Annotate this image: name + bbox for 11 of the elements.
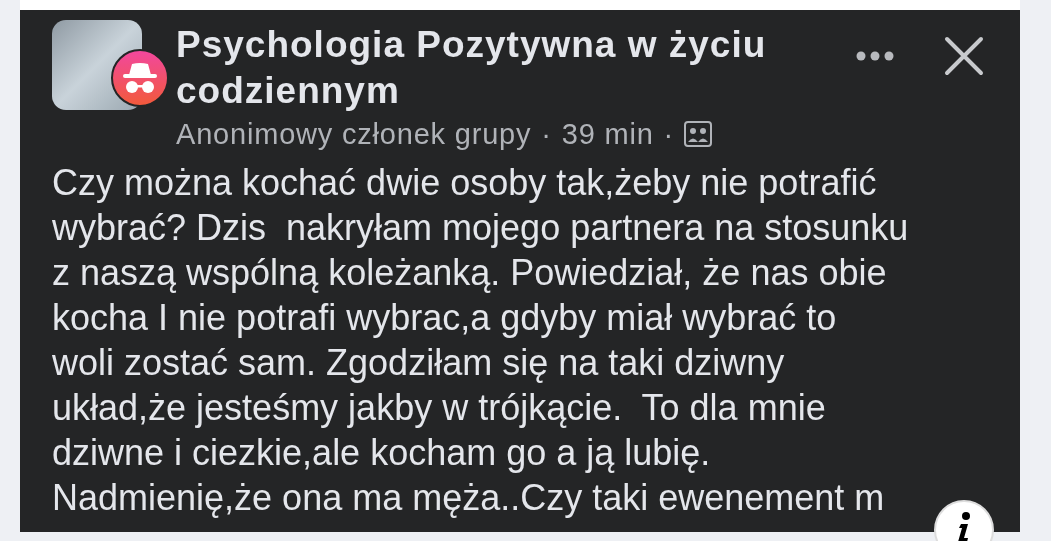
author-name: Anonimowy członek grupy	[176, 117, 532, 152]
info-icon	[956, 512, 972, 541]
incognito-icon	[110, 48, 170, 108]
close-button[interactable]	[944, 36, 984, 76]
separator: ·	[663, 117, 675, 152]
post-time: 39 min	[561, 117, 654, 152]
more-options-button[interactable]	[856, 51, 894, 61]
group-audience-icon	[684, 121, 713, 147]
group-name[interactable]: Psychologia Pozytywna w życiu codziennym	[176, 22, 824, 114]
post-text: Czy można kochać dwie osoby tak,żeby nie potrafić wybrać? Dzis nakryłam mojego partnera na stosunku z naszą wspólną koleżanką. Powiedział, że nas obie kocha I nie potrafi wybrac,a gdyby miał wybrać to woli zostać sam. Zgodziłam się na taki dziwny układ,że jesteśmy jakby w trójkącie. To dla mnie dziwne i ciezkie,ale kocham go a ją lubię. Nadmienię,że ona ma męża..Czy taki ewenement m	[52, 161, 909, 520]
separator: ·	[541, 117, 552, 152]
